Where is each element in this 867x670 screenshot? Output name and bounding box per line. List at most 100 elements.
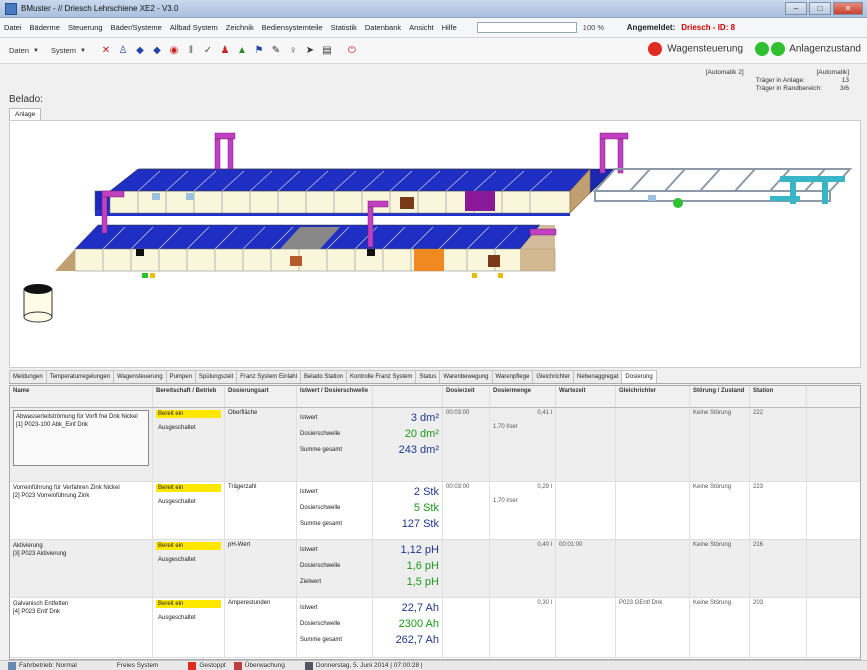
menu-steuerung[interactable]: Steuerung (64, 23, 107, 32)
tab-gleichrichter[interactable]: Gleichrichter (532, 370, 574, 383)
table-row[interactable]: Vorreinführung für Verfahren Zink Nickel… (10, 482, 860, 540)
col-name[interactable]: Name (10, 386, 153, 407)
tree-icon[interactable]: ▲ (235, 44, 249, 58)
col-station[interactable]: Station (750, 386, 807, 407)
title-bar: BMuster - // Driesch Lehrschiene XE2 - V… (0, 0, 867, 18)
menu-baederme[interactable]: Bäderme (26, 23, 64, 32)
dosing-type: pH-Wert (225, 540, 297, 597)
table-row[interactable]: Galvanisch Entfetten [4] P023 Entf Dnk B… (10, 598, 860, 658)
menu-allbad-system[interactable]: Allbad System (166, 23, 222, 32)
row-name: Aktivierung [3] P023 Aktivierung (13, 543, 67, 557)
fish-icon[interactable]: ◆ (133, 44, 147, 58)
tab-belado-station[interactable]: Belado Station (299, 370, 347, 383)
tab-meldungen[interactable]: Meldungen (9, 370, 47, 383)
col-gleichrichter[interactable]: Gleichrichter (616, 386, 690, 407)
anlage-status-label: Anlagenzustand (789, 43, 861, 55)
tab-anlage[interactable]: Anlage (9, 108, 42, 120)
daten-dropdown[interactable]: Daten ▼ (6, 46, 42, 55)
threshold-value: 2300 Ah (398, 618, 439, 630)
dosing-amount: 0,40 l (537, 542, 552, 548)
tab-franz-system-einlahl[interactable]: Franz System Einlahl (236, 370, 301, 383)
col-bereitschaft[interactable]: Bereitschaft / Betrieb (153, 386, 225, 407)
person-icon[interactable]: ♙ (116, 44, 130, 58)
stopped-text: Gestoppt (199, 662, 226, 669)
threshold-value: 1,6 pH (406, 560, 439, 572)
wait-time (556, 482, 616, 539)
section-title: Belado: (9, 94, 43, 105)
flag-icon[interactable]: ⚑ (252, 44, 266, 58)
system-dropdown[interactable]: System ▼ (48, 46, 89, 55)
anlage-status[interactable]: Anlagenzustand (755, 42, 861, 56)
tab-wagensteuerung[interactable]: Wagensteuerung (113, 370, 167, 383)
calendar-icon (304, 661, 313, 670)
progress-text: 100 % (582, 23, 605, 32)
menu-datenbank[interactable]: Datenbank (361, 23, 405, 32)
rectifier (616, 408, 690, 481)
drive-icon (8, 661, 16, 670)
person-icon[interactable]: ♟ (218, 44, 232, 58)
wagen-status[interactable]: Wagensteuerung (648, 42, 743, 56)
dosing-amount: 0,41 l (537, 410, 552, 416)
tab-spuelungszeit[interactable]: Spülungszeit (194, 370, 238, 383)
value-label: Dosierschwelle (300, 431, 341, 437)
ready-badge: Bereit ein (156, 542, 221, 550)
col-stoerung[interactable]: Störung / Zustand (690, 386, 750, 407)
fish-icon[interactable]: ◆ (150, 44, 164, 58)
menu-ansicht[interactable]: Ansicht (405, 23, 438, 32)
tab-warenpflege[interactable]: Warenpflege (491, 370, 534, 383)
actual-value: 2 Stk (413, 486, 439, 498)
stopped-icon (188, 661, 197, 670)
col-values[interactable] (373, 386, 443, 407)
station-number: 203 (750, 598, 807, 657)
tab-temperaturregelungen[interactable]: Temperaturregelungen (45, 370, 115, 383)
col-dosierzeit[interactable]: Dosierzeit (443, 386, 490, 407)
tab-dosierung[interactable]: Dosierung (621, 370, 657, 383)
menu-statistik[interactable]: Statistik (327, 23, 361, 32)
minimize-button[interactable]: – (785, 2, 807, 15)
tab-nebenaggregat[interactable]: Nebenaggregat (573, 370, 623, 383)
value-label: Dosierschwelle (300, 563, 341, 569)
menu-hilfe[interactable]: Hilfe (438, 23, 461, 32)
status-monitoring: Überwachung (233, 661, 285, 670)
dosing-table: Name Bereitschaft / Betrieb Dosierungsar… (9, 385, 861, 660)
check-icon[interactable]: ✓ (201, 44, 215, 58)
value-label: Istwert (300, 605, 318, 611)
value-label: Dosierschwelle (300, 621, 341, 627)
tab-warenbewegung[interactable]: Warenbewegung (439, 370, 493, 383)
station-number: 222 (750, 408, 807, 481)
maximize-button[interactable]: □ (809, 2, 831, 15)
total-value: 243 dm² (398, 444, 439, 456)
threshold-value: 5 Stk (413, 502, 439, 514)
col-wartezeit[interactable]: Wartezeit (556, 386, 616, 407)
close-button[interactable]: ✕ (833, 2, 863, 15)
pause-icon[interactable]: ‖ (184, 44, 198, 58)
list-icon[interactable]: ▤ (320, 44, 334, 58)
table-row[interactable]: Aktivierung [3] P023 Aktivierung Bereit … (10, 540, 860, 598)
dosing-time: 00:03:00 (446, 484, 470, 490)
wait-time (556, 408, 616, 481)
col-istwert[interactable]: Istwert / Dosierschwelle (297, 386, 373, 407)
fault-status: Keine Störung (690, 482, 750, 539)
tab-kontrolle-franz-system[interactable]: Kontrolle Franz System (346, 370, 417, 383)
power-icon[interactable]: ⏻ (345, 44, 359, 58)
menu-zeichnik[interactable]: Zeichnik (222, 23, 258, 32)
circle-icon[interactable]: ◉ (167, 44, 181, 58)
menu-bediensystemteile[interactable]: Bediensystemteile (258, 23, 327, 32)
col-dosierungsart[interactable]: Dosierungsart (225, 386, 297, 407)
value-label: Istwert (300, 547, 318, 553)
col-dosiermenge[interactable]: Dosiermenge (490, 386, 556, 407)
menu-baeder-systeme[interactable]: Bäder/Systeme (107, 23, 166, 32)
row-name: Galvanisch Entfetten [4] P023 Entf Dnk (13, 601, 69, 615)
pen-icon[interactable]: ✎ (269, 44, 283, 58)
cross-icon[interactable]: ✕ (99, 44, 113, 58)
figure-icon[interactable]: ♀ (286, 44, 300, 58)
target-value: 1,5 pH (406, 576, 439, 588)
value-label: Istwert (300, 415, 318, 421)
table-row[interactable]: Abwasserteilströmung für Vorfl frei Dnk … (10, 408, 860, 482)
arrow-icon[interactable]: ➤ (303, 44, 317, 58)
row-name: Vorreinführung für Verfahren Zink Nickel… (13, 485, 120, 499)
app-icon (5, 2, 17, 15)
menu-datei[interactable]: Datei (0, 23, 26, 32)
tab-status[interactable]: Status (415, 370, 441, 383)
tab-pumpen[interactable]: Pumpen (165, 370, 196, 383)
